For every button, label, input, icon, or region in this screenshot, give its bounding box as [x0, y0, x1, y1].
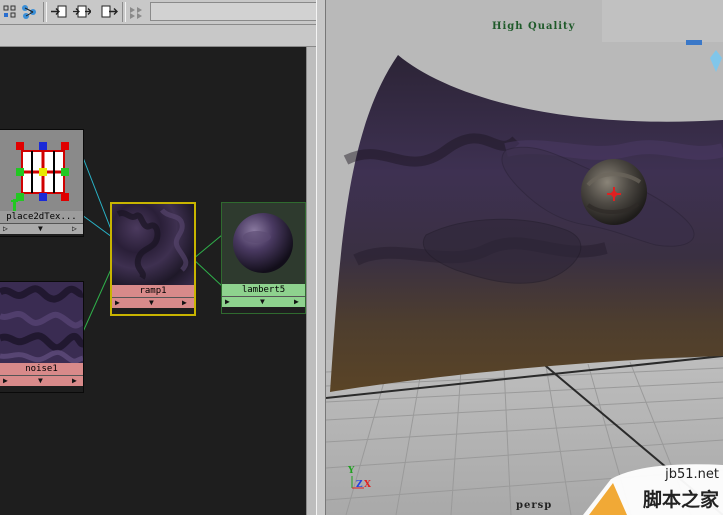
watermark-site: jb51.net: [665, 467, 719, 482]
place2d-swatch: [0, 130, 83, 211]
place2d-label: place2dTex...: [0, 211, 83, 223]
node-graph[interactable]: place2dTex... ▷ ▼ ▷ ramp1 ▶ ▼ ▶ lambert5…: [0, 47, 306, 515]
expand-arrow-icon[interactable]: ▶: [3, 375, 8, 386]
perspective-viewport[interactable]: High Quality persp Y Z X: [326, 0, 723, 515]
graph-layout-icon[interactable]: [128, 3, 146, 20]
site-watermark: jb51.net 脚本之家: [583, 455, 723, 515]
ramp-label: ramp1: [112, 285, 194, 297]
noise-texture-node[interactable]: noise1 ▶ ▼ ▶: [0, 281, 85, 393]
hypershade-work-area: place2dTex... ▷ ▼ ▷ ramp1 ▶ ▼ ▶ lambert5…: [0, 25, 317, 515]
expand-arrow-icon[interactable]: ▶: [115, 297, 120, 308]
lambert-shader-node[interactable]: lambert5 ▶ ▼ ▶: [221, 202, 306, 314]
watermark-text: 脚本之家: [642, 489, 719, 511]
input-connections-icon[interactable]: [50, 3, 68, 20]
toolbar-field[interactable]: [150, 2, 317, 21]
output-arrow-icon[interactable]: ▷: [72, 223, 77, 234]
hypergraph-grid-icon[interactable]: [1, 3, 19, 20]
output-connections-icon[interactable]: [100, 3, 118, 20]
chevron-down-icon[interactable]: ▼: [149, 297, 154, 308]
node-controls[interactable]: ▶ ▼ ▶: [222, 296, 305, 307]
node-controls[interactable]: ▶ ▼ ▶: [0, 375, 83, 386]
noise-label: noise1: [0, 363, 83, 375]
viewport-scene: [326, 0, 723, 515]
node-controls[interactable]: ▶ ▼ ▶: [112, 297, 194, 308]
toolbar-separator: [43, 2, 47, 22]
lambert-label: lambert5: [222, 284, 305, 296]
expand-arrow-icon[interactable]: ▶: [225, 296, 230, 307]
chevron-down-icon[interactable]: ▼: [38, 375, 43, 386]
pane-divider[interactable]: [316, 0, 326, 515]
input-output-connections-icon[interactable]: [73, 3, 92, 20]
noise-swatch: [0, 282, 85, 364]
output-arrow-icon[interactable]: ▶: [182, 297, 187, 308]
output-arrow-icon[interactable]: ▶: [72, 375, 77, 386]
chevron-down-icon[interactable]: ▼: [38, 223, 43, 234]
camera-label: persp: [516, 500, 553, 511]
hypergraph-network-icon[interactable]: [20, 3, 38, 20]
quality-label: High Quality: [492, 21, 576, 32]
ramp-swatch: [112, 204, 194, 285]
place2d-texture-node[interactable]: place2dTex... ▷ ▼ ▷: [0, 129, 84, 237]
axis-gizmo: Y Z X: [346, 466, 376, 494]
ramp-texture-node[interactable]: ramp1 ▶ ▼ ▶: [110, 202, 196, 316]
chevron-down-icon[interactable]: ▼: [260, 296, 265, 307]
work-area-tab-strip: [0, 25, 316, 47]
expand-arrow-icon[interactable]: ▷: [3, 223, 8, 234]
output-arrow-icon[interactable]: ▶: [294, 296, 299, 307]
toolbar-separator: [122, 2, 126, 22]
hypershade-toolbar: [0, 0, 317, 25]
node-controls[interactable]: ▷ ▼ ▷: [0, 223, 83, 234]
lambert-swatch: [222, 203, 305, 284]
